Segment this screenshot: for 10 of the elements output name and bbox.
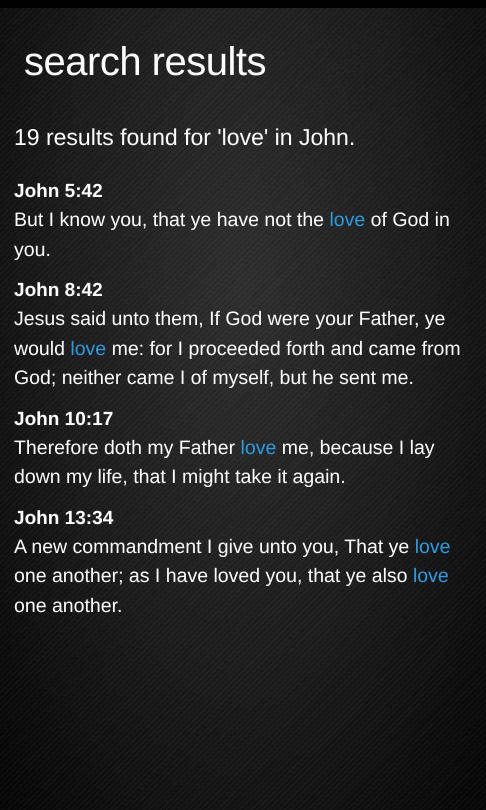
verse-text: A new commandment I give unto you, That ye love one another; as I have loved you, that ye also love one another. bbox=[14, 534, 452, 618]
verse-reference[interactable]: John 10:17 bbox=[14, 406, 114, 434]
results-summary: 19 results found for 'love' in John. bbox=[14, 123, 356, 152]
verse-text: Jesus said unto them, If God were your Father, ye would love me: for I proceeded forth and came from God; neither came I of myself, but he sent me. bbox=[14, 307, 462, 391]
verse-reference[interactable]: John 5:42 bbox=[14, 178, 103, 206]
verse-text: But I know you, that ye have not the love of God in you. bbox=[14, 208, 451, 262]
verse-reference[interactable]: John 8:42 bbox=[14, 277, 103, 305]
verse-text: Therefore doth my Father love me, because I lay down my life, that I might take it again. bbox=[14, 436, 436, 490]
page-title: search results bbox=[24, 39, 266, 86]
verse-reference[interactable]: John 13:34 bbox=[14, 504, 114, 532]
